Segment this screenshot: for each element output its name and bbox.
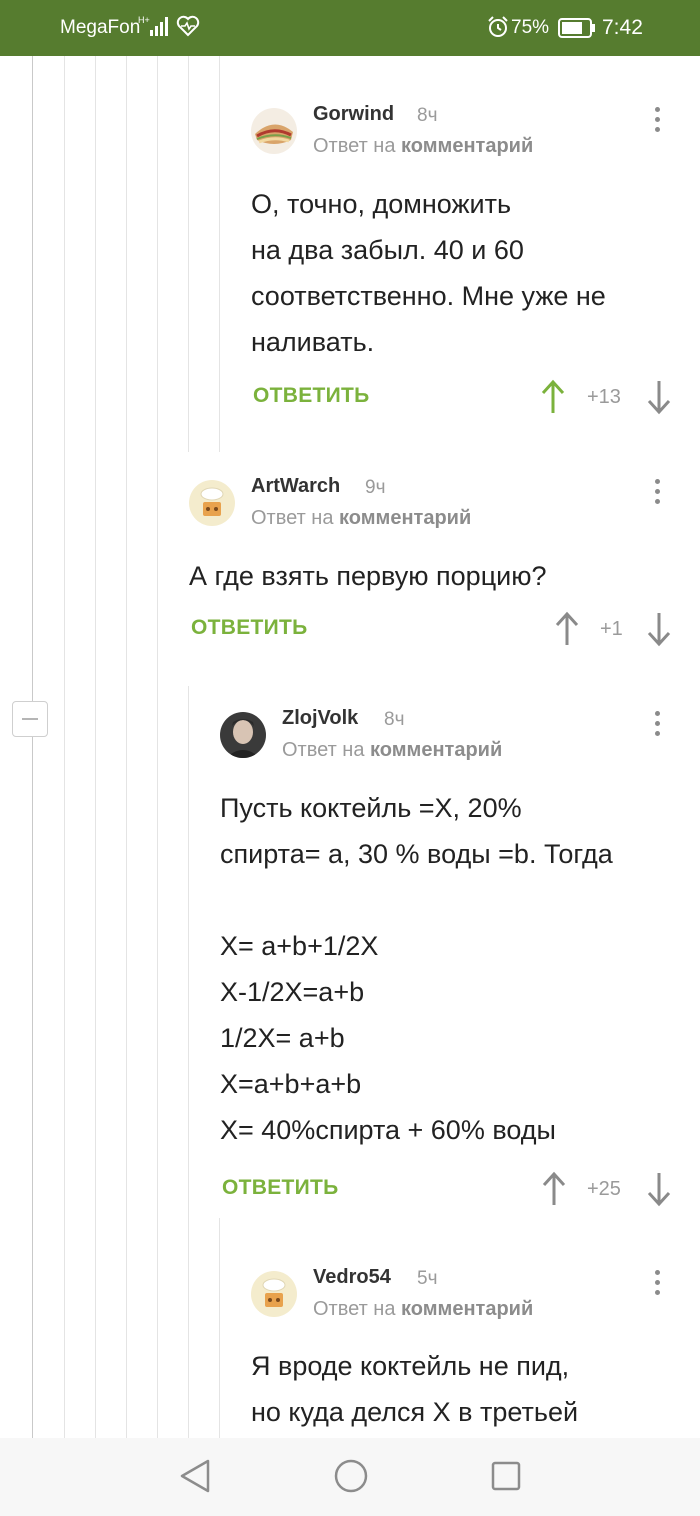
reply-to-prefix: Ответ на [251,507,334,529]
comment-body: О, точно, домножить на два забыл. 40 и 6… [251,189,606,357]
reply-button[interactable]: ОТВЕТИТЬ [222,1176,339,1200]
comment-author[interactable]: Vedro54 [313,1266,391,1289]
kebab-menu-icon[interactable] [654,1270,662,1300]
navigation-bar [0,1438,700,1516]
heart-rate-icon [176,15,200,37]
clock: 7:42 [602,16,643,39]
downvote-arrow-icon[interactable] [647,1171,671,1207]
comment: ZlojVolk 8ч Ответ на комментарий Пусть к… [220,707,681,1207]
avatar[interactable] [251,108,297,154]
thread-line [64,56,65,1438]
upvote-arrow-icon[interactable] [555,611,579,647]
reply-to-line: Ответ на комментарий [282,739,502,762]
downvote-arrow-icon[interactable] [647,379,671,415]
comment-body: А где взять первую порцию? [189,561,547,591]
reply-to-line: Ответ на комментарий [251,507,471,530]
kebab-menu-icon[interactable] [654,107,662,137]
reply-to-link[interactable]: комментарий [370,739,502,761]
reply-to-prefix: Ответ на [313,135,396,157]
comment: Gorwind 8ч Ответ на комментарий О, точно… [251,103,681,433]
upvote-arrow-icon[interactable] [542,1171,566,1207]
alarm-icon [488,16,508,37]
comment-author[interactable]: Gorwind [313,103,394,126]
thread-line [219,56,220,452]
comment-rating: +25 [587,1178,621,1200]
reply-to-link[interactable]: комментарий [339,507,471,529]
reply-to-prefix: Ответ на [313,1298,396,1320]
reply-to-line: Ответ на комментарий [313,135,533,158]
collapse-thread-icon[interactable] [12,701,48,737]
downvote-arrow-icon[interactable] [647,611,671,647]
comment: Vedro54 5ч Ответ на комментарий Я вроде … [251,1266,681,1440]
thread-line [95,56,96,1438]
comment-time: 5ч [417,1268,438,1289]
thread-line [188,56,189,452]
thread-line [219,1218,220,1438]
comment-time: 9ч [365,477,386,498]
thread-line [188,686,189,1438]
reply-button[interactable]: ОТВЕТИТЬ [191,616,308,640]
svg-text:H+: H+ [138,15,150,25]
nav-back-icon[interactable] [178,1458,212,1494]
nav-recent-icon[interactable] [491,1461,521,1491]
status-bar: MegaFon H+ 75% 7:42 [0,0,700,56]
comment-time: 8ч [417,105,438,126]
reply-to-prefix: Ответ на [282,739,365,761]
comment-body: Пусть коктейль =Х, 20% спирта= а, 30 % в… [220,793,613,1145]
reply-to-link[interactable]: комментарий [401,135,533,157]
reply-to-line: Ответ на комментарий [313,1298,533,1321]
reply-button[interactable]: ОТВЕТИТЬ [253,384,370,408]
kebab-menu-icon[interactable] [654,479,662,509]
avatar[interactable] [189,480,235,526]
comment: ArtWarch 9ч Ответ на комментарий А где в… [189,475,681,655]
comment-author[interactable]: ZlojVolk [282,707,358,730]
reply-to-link[interactable]: комментарий [401,1298,533,1320]
battery-percent: 75% [511,17,550,38]
thread-line [32,56,33,1438]
avatar[interactable] [251,1271,297,1317]
comment-time: 8ч [384,709,405,730]
nav-home-icon[interactable] [333,1458,369,1494]
signal-icon: H+ [138,15,168,36]
thread-line [126,56,127,1438]
avatar[interactable] [220,712,266,758]
carrier-name: MegaFon [60,17,141,38]
kebab-menu-icon[interactable] [654,711,662,741]
battery-icon [558,18,595,38]
comment-body: Я вроде коктейль не пид, но куда делся Х… [251,1351,579,1427]
upvote-arrow-icon[interactable] [541,379,565,415]
comment-author[interactable]: ArtWarch [251,475,340,498]
thread-line [157,56,158,1438]
comment-rating: +1 [600,618,623,640]
comment-rating: +13 [587,386,621,408]
